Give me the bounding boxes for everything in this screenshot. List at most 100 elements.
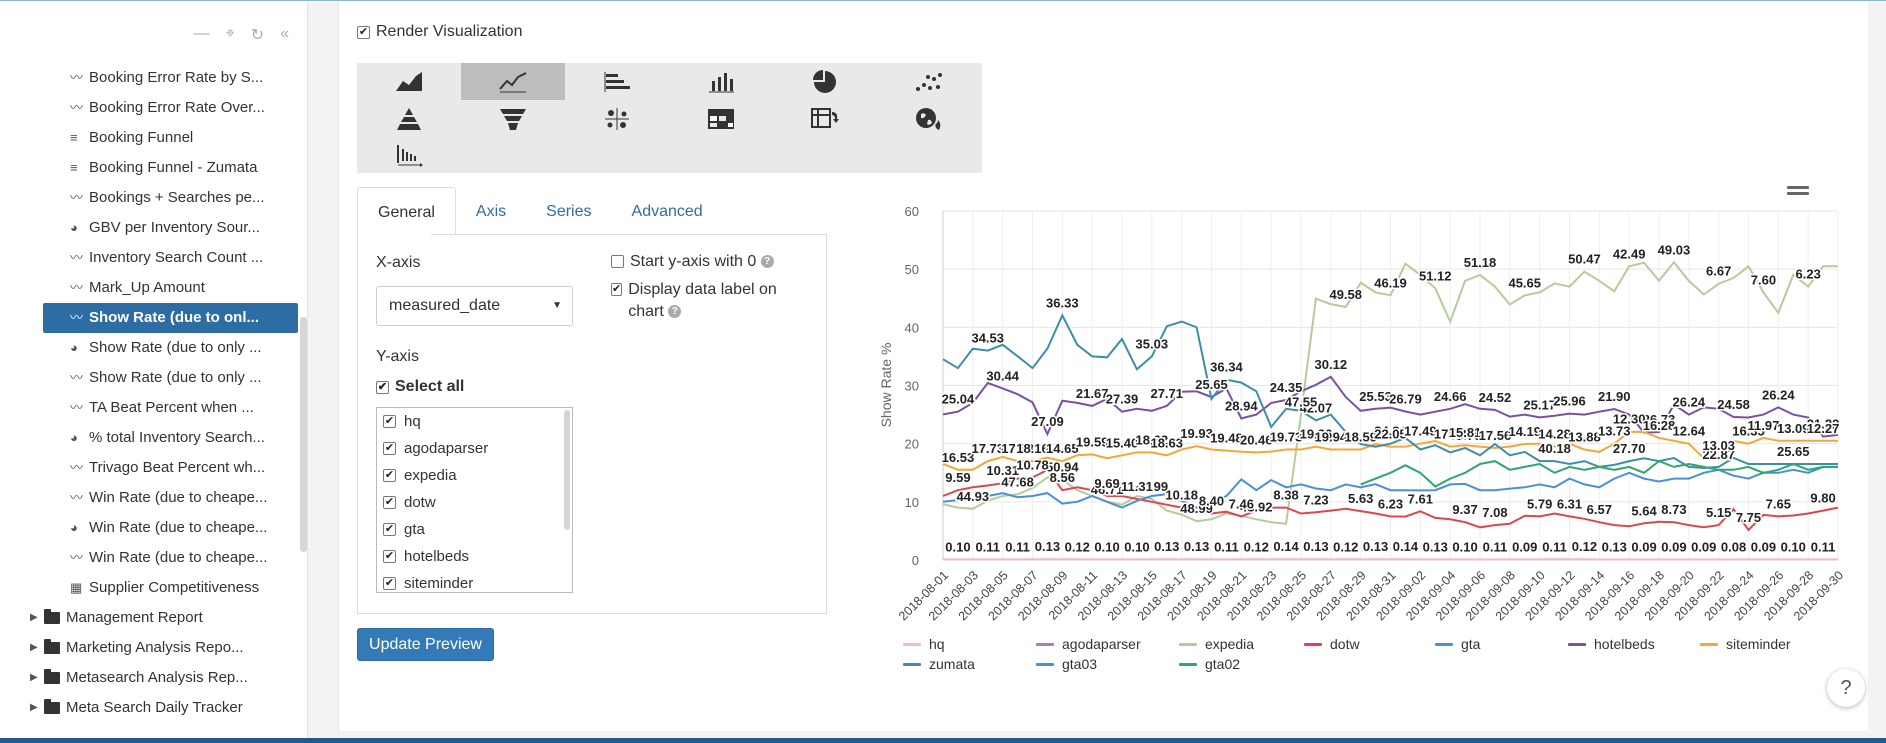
series-label: gta [404,521,425,538]
line-chart-icon: 〰 [70,370,84,385]
select-all-checkbox[interactable] [376,380,389,394]
line-chart-icon: 〰 [70,70,84,85]
render-visualization-toggle[interactable]: Render Visualization [357,23,522,41]
series-option[interactable]: hotelbeds [377,543,572,570]
locate-icon[interactable]: ⌖ [226,25,235,45]
sidebar-report-item[interactable]: ▦ Supplier Competitiveness [0,573,300,603]
viz-pivot-icon[interactable] [773,100,877,137]
collapse-all-icon[interactable]: — [194,25,210,45]
help-icon[interactable]: ? [668,305,682,319]
viz-waterfall-icon[interactable] [357,137,461,174]
viz-funnel-icon[interactable] [461,100,565,137]
update-preview-button[interactable]: Update Preview [357,628,494,661]
legend-item[interactable]: hq [903,636,945,652]
legend-item[interactable]: siteminder [1700,636,1791,652]
help-icon[interactable]: ? [760,255,774,269]
legend-item[interactable]: gta03 [1036,656,1097,672]
series-checkbox[interactable] [383,496,396,509]
viz-pie-icon[interactable] [773,63,877,100]
render-label: Render Visualization [376,23,523,40]
visualization-type-picker [357,63,982,173]
series-checkbox[interactable] [383,469,396,482]
sidebar-folder[interactable]: ▶ Marketing Analysis Repo... [0,633,300,663]
series-option[interactable]: expedia [377,462,572,489]
sidebar-report-item[interactable]: 〰 Win Rate (due to cheape... [0,543,300,573]
display-label-checkbox[interactable] [611,283,623,296]
legend-item[interactable]: gta [1435,636,1480,652]
sidebar-report-item[interactable]: ◕ GBV per Inventory Sour... [0,213,300,243]
legend-item[interactable]: dotw [1304,636,1360,652]
series-option[interactable]: agodaparser [377,435,572,462]
bottom-border [0,738,1886,743]
viz-table-icon[interactable] [669,100,773,137]
select-all-option[interactable]: Select all [376,378,464,396]
sidebar-report-item[interactable]: 〰 Inventory Search Count ... [0,243,300,273]
yaxis-series-list[interactable]: hq agodaparser expedia dotw gta hotelbeds site… [376,407,573,593]
line-chart-icon: 〰 [70,460,84,475]
sidebar-report-item[interactable]: 〰 Show Rate (due to onl... [43,303,298,333]
refresh-icon[interactable]: ↻ [251,25,264,45]
tab-axis[interactable]: Axis [456,187,526,235]
tab-advanced[interactable]: Advanced [612,187,723,235]
expand-caret-icon[interactable]: ▶ [30,633,38,663]
series-option[interactable]: gta [377,516,572,543]
help-button[interactable]: ? [1827,669,1865,707]
expand-caret-icon[interactable]: ▶ [30,693,38,723]
sidebar-item-label: Show Rate (due to onl... [89,309,259,326]
sidebar-folder[interactable]: ▶ Management Report [0,603,300,633]
sidebar-folder[interactable]: ▶ Metasearch Analysis Rep... [0,663,300,693]
sidebar-report-item[interactable]: 〰 Trivago Beat Percent wh... [0,453,300,483]
hide-sidebar-icon[interactable]: « [280,25,289,45]
sidebar-scrollbar[interactable] [300,317,307,552]
bar-chart-icon: ≡ [70,160,78,175]
viz-bar-horizontal-icon[interactable] [565,63,669,100]
viz-scatter-icon[interactable] [877,63,981,100]
tab-general[interactable]: General [357,187,456,235]
series-checkbox[interactable] [383,577,396,590]
start-y0-option[interactable]: Start y-axis with 0 ? [611,251,774,273]
sidebar-folder[interactable]: ▶ Meta Search Daily Tracker [0,693,300,723]
sidebar-report-item[interactable]: 〰 Show Rate (due to only ... [0,363,300,393]
display-label-option[interactable]: Display data label on chart ? [611,279,801,323]
series-option[interactable]: dotw [377,489,572,516]
series-option[interactable]: hq [377,408,572,435]
sidebar-report-item[interactable]: 〰 Booking Error Rate by S... [0,63,300,93]
series-checkbox[interactable] [383,550,396,563]
legend-item[interactable]: expedia [1179,636,1254,652]
sidebar-report-item[interactable]: ◕ Win Rate (due to cheape... [0,513,300,543]
expand-caret-icon[interactable]: ▶ [30,603,38,633]
sidebar-report-item[interactable]: ◕ Show Rate (due to only ... [0,333,300,363]
series-checkbox[interactable] [383,415,396,428]
sidebar-report-item[interactable]: ≡ Booking Funnel [0,123,300,153]
series-checkbox[interactable] [383,523,396,536]
viz-bar-vertical-icon[interactable] [669,63,773,100]
legend-item[interactable]: hotelbeds [1568,636,1655,652]
viz-pyramid-icon[interactable] [357,100,461,137]
series-option[interactable]: siteminder [377,570,572,592]
sidebar-report-item[interactable]: 〰 TA Beat Percent when ... [0,393,300,423]
sidebar-report-item[interactable]: ≡ Booking Funnel - Zumata [0,153,300,183]
start-y0-checkbox[interactable] [611,255,624,268]
viz-bubble-icon[interactable] [565,100,669,137]
render-checkbox[interactable] [357,25,370,39]
tab-series[interactable]: Series [526,187,611,235]
expand-caret-icon[interactable]: ▶ [30,663,38,693]
sidebar-report-item[interactable]: 〰 Mark_Up Amount [0,273,300,303]
viz-line-icon[interactable] [461,63,565,100]
viz-area-icon[interactable] [357,63,461,100]
series-checkbox[interactable] [383,442,396,455]
line-chart-icon: 〰 [70,550,84,565]
sidebar-report-item[interactable]: 〰 Win Rate (due to cheape... [0,483,300,513]
series-list-scrollbar[interactable] [564,410,570,530]
sidebar-report-item[interactable]: 〰 Bookings + Searches pe... [0,183,300,213]
legend-item[interactable]: gta02 [1179,656,1240,672]
xaxis-select[interactable]: measured_date ▼ [376,286,573,326]
sidebar-report-item[interactable]: 〰 Booking Error Rate Over... [0,93,300,123]
chart-menu-icon[interactable] [1787,186,1809,198]
sidebar-report-item[interactable]: ◕ % total Inventory Search... [0,423,300,453]
dropdown-arrow-icon: ▼ [552,300,562,311]
legend-item[interactable]: agodaparser [1036,636,1141,652]
viz-geo-heat-icon[interactable] [877,100,981,137]
pie-chart-icon: ◕ [70,430,78,445]
legend-item[interactable]: zumata [903,656,975,672]
